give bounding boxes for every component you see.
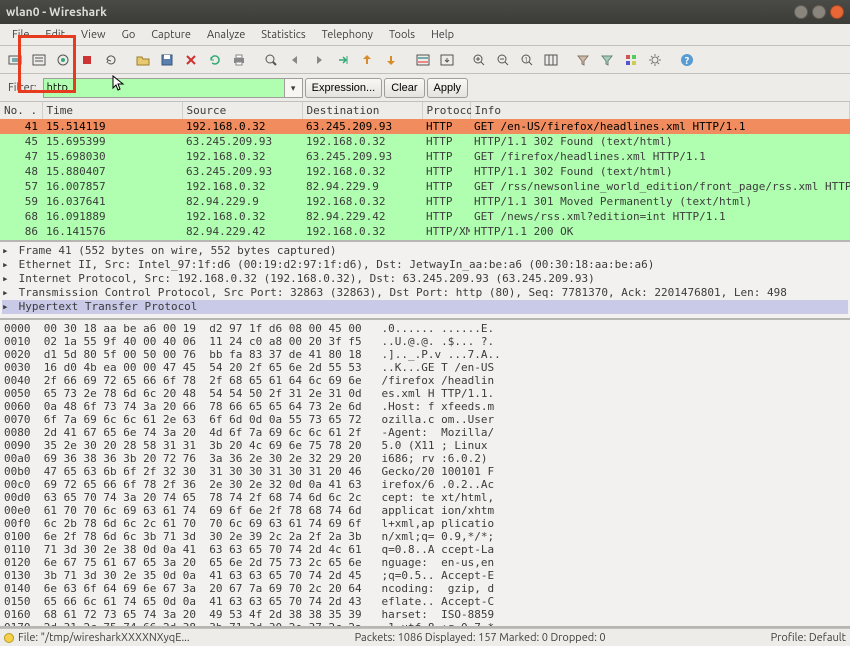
- menu-capture[interactable]: Capture: [143, 27, 199, 43]
- menu-edit[interactable]: Edit: [37, 27, 73, 43]
- filter-input[interactable]: [43, 78, 285, 98]
- close-file-button[interactable]: [180, 49, 202, 71]
- menu-help[interactable]: Help: [423, 27, 462, 43]
- menu-file[interactable]: File: [4, 27, 37, 43]
- capture-filters-button[interactable]: [572, 49, 594, 71]
- detail-row[interactable]: ▸ Transmission Control Protocol, Src Por…: [2, 286, 848, 300]
- clear-button[interactable]: Clear: [384, 78, 424, 98]
- filterbar: Filter: ▾ Expression... Clear Apply: [0, 74, 850, 102]
- options-button[interactable]: [28, 49, 50, 71]
- status-led-icon: [4, 633, 14, 643]
- preferences-button[interactable]: [644, 49, 666, 71]
- zoom-out-button[interactable]: [492, 49, 514, 71]
- col-proto[interactable]: Protocol: [422, 102, 470, 119]
- zoom-reset-button[interactable]: 1: [516, 49, 538, 71]
- menu-go[interactable]: Go: [114, 27, 144, 43]
- table-row[interactable]: 4715.698030192.168.0.3263.245.209.93HTTP…: [0, 149, 850, 164]
- expand-icon[interactable]: ▸: [2, 244, 12, 258]
- save-button[interactable]: [156, 49, 178, 71]
- table-row[interactable]: 4815.88040763.245.209.93192.168.0.32HTTP…: [0, 164, 850, 179]
- close-icon[interactable]: [830, 5, 844, 19]
- menu-telephony[interactable]: Telephony: [314, 27, 381, 43]
- menu-statistics[interactable]: Statistics: [253, 27, 313, 43]
- menu-analyze[interactable]: Analyze: [199, 27, 253, 43]
- apply-button[interactable]: Apply: [427, 78, 469, 98]
- col-source[interactable]: Source: [182, 102, 302, 119]
- goto-button[interactable]: [332, 49, 354, 71]
- find-button[interactable]: [260, 49, 282, 71]
- expand-icon[interactable]: ▸: [2, 286, 12, 300]
- restart-capture-button[interactable]: [100, 49, 122, 71]
- svg-text:1: 1: [524, 56, 528, 64]
- status-file: File: "/tmp/wiresharkXXXXNXyqE...: [18, 632, 190, 644]
- titlebar: wlan0 - Wireshark: [0, 0, 850, 24]
- start-capture-button[interactable]: [52, 49, 74, 71]
- expand-icon[interactable]: ▸: [2, 258, 12, 272]
- expression-button[interactable]: Expression...: [305, 78, 383, 98]
- window-title: wlan0 - Wireshark: [6, 6, 107, 19]
- col-info[interactable]: Info: [470, 102, 850, 119]
- coloring-rules-button[interactable]: [620, 49, 642, 71]
- detail-row[interactable]: ▸ Ethernet II, Src: Intel_97:1f:d6 (00:1…: [2, 258, 848, 272]
- table-row[interactable]: 4115.514119192.168.0.3263.245.209.93HTTP…: [0, 119, 850, 134]
- stop-capture-button[interactable]: [76, 49, 98, 71]
- packet-table[interactable]: No. . Time Source Destination Protocol I…: [0, 102, 850, 242]
- status-packets: Packets: 1086 Displayed: 157 Marked: 0 D…: [190, 632, 771, 644]
- table-row[interactable]: 4515.69539963.245.209.93192.168.0.32HTTP…: [0, 134, 850, 149]
- back-button[interactable]: [284, 49, 306, 71]
- interfaces-button[interactable]: [4, 49, 26, 71]
- hex-pane[interactable]: 0000 00 30 18 aa be a6 00 19 d2 97 1f d6…: [0, 320, 850, 628]
- table-row[interactable]: 8616.14157682.94.229.42192.168.0.32HTTP/…: [0, 224, 850, 239]
- table-row[interactable]: 5916.03764182.94.229.9192.168.0.32HTTPHT…: [0, 194, 850, 209]
- packet-details-pane[interactable]: ▸ Frame 41 (552 bytes on wire, 552 bytes…: [0, 242, 850, 320]
- autoscroll-button[interactable]: [436, 49, 458, 71]
- filter-dropdown[interactable]: ▾: [285, 78, 303, 98]
- detail-row[interactable]: ▸ Internet Protocol, Src: 192.168.0.32 (…: [2, 272, 848, 286]
- goto-first-button[interactable]: [356, 49, 378, 71]
- detail-row[interactable]: ▸ Hypertext Transfer Protocol: [2, 300, 848, 314]
- maximize-icon[interactable]: [812, 5, 826, 19]
- expand-icon[interactable]: ▸: [2, 300, 12, 314]
- expand-icon[interactable]: ▸: [2, 272, 12, 286]
- col-no[interactable]: No. .: [0, 102, 42, 119]
- filter-label: Filter:: [4, 82, 41, 94]
- col-dest[interactable]: Destination: [302, 102, 422, 119]
- col-time[interactable]: Time: [42, 102, 182, 119]
- display-filters-button[interactable]: [596, 49, 618, 71]
- table-row[interactable]: 6816.091889192.168.0.3282.94.229.42HTTPG…: [0, 209, 850, 224]
- detail-row[interactable]: ▸ Frame 41 (552 bytes on wire, 552 bytes…: [2, 244, 848, 258]
- svg-text:?: ?: [685, 55, 690, 66]
- resize-columns-button[interactable]: [540, 49, 562, 71]
- zoom-in-button[interactable]: [468, 49, 490, 71]
- minimize-icon[interactable]: [794, 5, 808, 19]
- menu-view[interactable]: View: [73, 27, 114, 43]
- reload-button[interactable]: [204, 49, 226, 71]
- forward-button[interactable]: [308, 49, 330, 71]
- status-profile: Profile: Default: [771, 632, 846, 644]
- goto-last-button[interactable]: [380, 49, 402, 71]
- packet-list-pane[interactable]: No. . Time Source Destination Protocol I…: [0, 102, 850, 242]
- colorize-button[interactable]: [412, 49, 434, 71]
- help-button[interactable]: ?: [676, 49, 698, 71]
- menubar: FileEditViewGoCaptureAnalyzeStatisticsTe…: [0, 24, 850, 46]
- toolbar: 1 ?: [0, 46, 850, 74]
- table-row[interactable]: 5716.007857192.168.0.3282.94.229.9HTTPGE…: [0, 179, 850, 194]
- menu-tools[interactable]: Tools: [381, 27, 423, 43]
- statusbar: File: "/tmp/wiresharkXXXXNXyqE... Packet…: [0, 628, 850, 646]
- print-button[interactable]: [228, 49, 250, 71]
- open-button[interactable]: [132, 49, 154, 71]
